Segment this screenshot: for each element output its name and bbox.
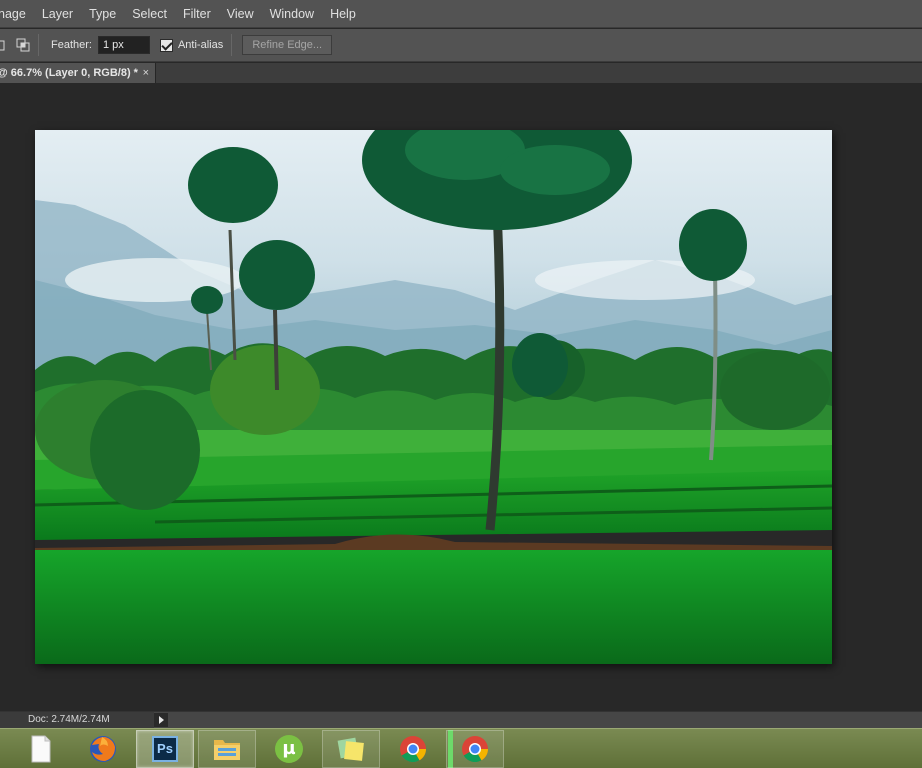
menu-select[interactable]: Select — [124, 0, 175, 28]
menu-bar: nage Layer Type Select Filter View Windo… — [0, 0, 922, 28]
taskbar-chrome[interactable] — [384, 730, 442, 768]
toolbar-divider — [231, 34, 233, 56]
anti-alias-label: Anti-alias — [177, 39, 224, 51]
feather-input[interactable] — [97, 36, 150, 54]
toolbar-divider — [38, 34, 39, 56]
document-tab[interactable]: @ 66.7% (Layer 0, RGB/8) * × — [0, 63, 156, 83]
chrome-icon — [400, 736, 427, 763]
chrome-icon — [462, 736, 489, 763]
landscape-photo — [35, 130, 832, 664]
taskbar-photoshop[interactable]: Ps — [136, 730, 194, 768]
taskbar-chrome-window[interactable] — [446, 730, 504, 768]
selection-mode-intersect-icon[interactable] — [16, 38, 30, 52]
feather-label: Feather: — [51, 39, 92, 51]
taskbar: Ps µ — [0, 728, 922, 768]
status-bar: Doc: 2.74M/2.74M — [0, 711, 922, 728]
utorrent-icon: µ — [275, 735, 303, 763]
status-menu-arrow-icon[interactable] — [154, 713, 168, 727]
sticky-notes-icon — [337, 737, 364, 761]
selection-mode-subtract-icon[interactable] — [0, 38, 8, 52]
menu-filter[interactable]: Filter — [175, 0, 219, 28]
menu-window[interactable]: Window — [262, 0, 322, 28]
taskbar-blank-document[interactable] — [12, 730, 70, 768]
menu-view[interactable]: View — [219, 0, 262, 28]
canvas-workspace[interactable] — [0, 83, 922, 711]
document-icon — [31, 735, 51, 763]
taskbar-utorrent[interactable]: µ — [260, 730, 318, 768]
folder-icon — [214, 740, 240, 760]
menu-layer[interactable]: Layer — [34, 0, 81, 28]
photoshop-icon-label: Ps — [157, 741, 173, 756]
menu-image[interactable]: nage — [0, 0, 34, 28]
anti-alias-checkbox[interactable] — [159, 38, 173, 52]
taskbar-file-explorer[interactable] — [198, 730, 256, 768]
utorrent-icon-label: µ — [282, 738, 296, 759]
document-tab-title: @ 66.7% (Layer 0, RGB/8) * — [0, 67, 138, 79]
menu-help[interactable]: Help — [322, 0, 364, 28]
close-icon[interactable]: × — [143, 63, 149, 83]
firefox-icon — [90, 736, 116, 762]
taskbar-sticky-notes[interactable] — [322, 730, 380, 768]
menu-type[interactable]: Type — [81, 0, 124, 28]
options-bar: Feather: Anti-alias Refine Edge... — [0, 29, 922, 62]
photo-canvas[interactable] — [35, 130, 832, 664]
refine-edge-button[interactable]: Refine Edge... — [242, 35, 333, 55]
taskbar-firefox[interactable] — [74, 730, 132, 768]
doc-size-readout: Doc: 2.74M/2.74M — [0, 712, 154, 728]
document-tab-bar: @ 66.7% (Layer 0, RGB/8) * × — [0, 63, 922, 83]
photoshop-icon: Ps — [152, 736, 178, 762]
